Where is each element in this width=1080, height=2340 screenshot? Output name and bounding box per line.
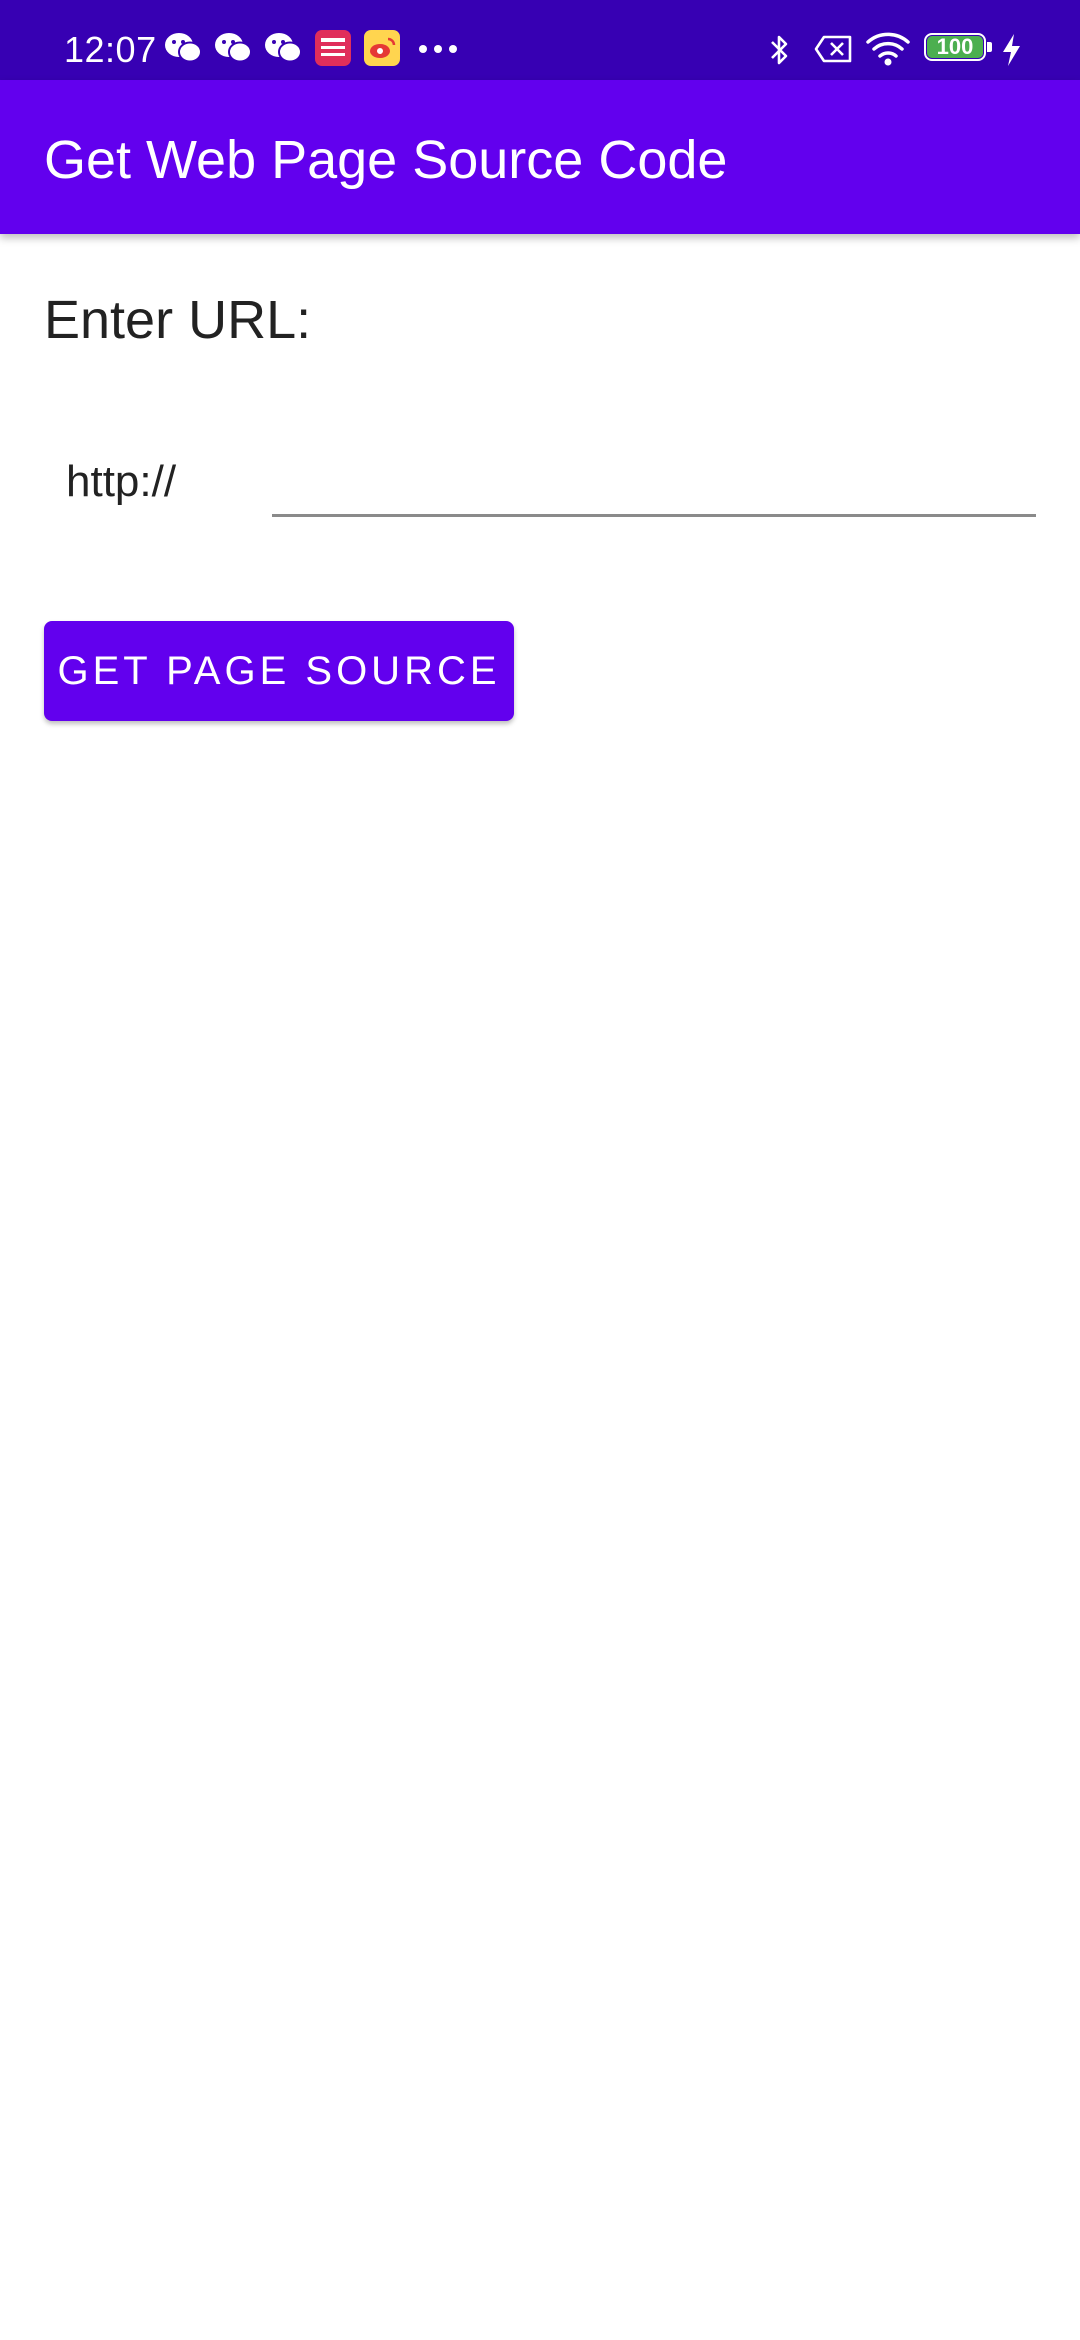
url-input[interactable] xyxy=(272,430,1036,517)
no-sim-icon xyxy=(814,35,852,63)
wechat-icon xyxy=(215,33,252,63)
pinduoduo-app-icon xyxy=(315,30,351,66)
app-title: Get Web Page Source Code xyxy=(44,130,728,190)
status-bar: 12:07 100 xyxy=(0,0,1080,80)
get-page-source-button[interactable]: GET PAGE SOURCE xyxy=(44,621,514,721)
status-time: 12:07 xyxy=(64,29,157,70)
charging-icon xyxy=(1003,34,1020,66)
bluetooth-icon xyxy=(771,35,788,65)
http-prefix-label: http:// xyxy=(66,457,177,506)
wechat-icon xyxy=(165,33,202,63)
battery-icon: 100 xyxy=(924,33,994,65)
enter-url-label: Enter URL: xyxy=(44,290,312,350)
more-dots-icon xyxy=(419,45,457,53)
wechat-icon xyxy=(265,33,302,63)
wifi-icon xyxy=(866,32,910,66)
battery-level: 100 xyxy=(936,34,974,59)
weibo-app-icon xyxy=(364,30,400,66)
app-bar: Get Web Page Source Code xyxy=(0,80,1080,234)
